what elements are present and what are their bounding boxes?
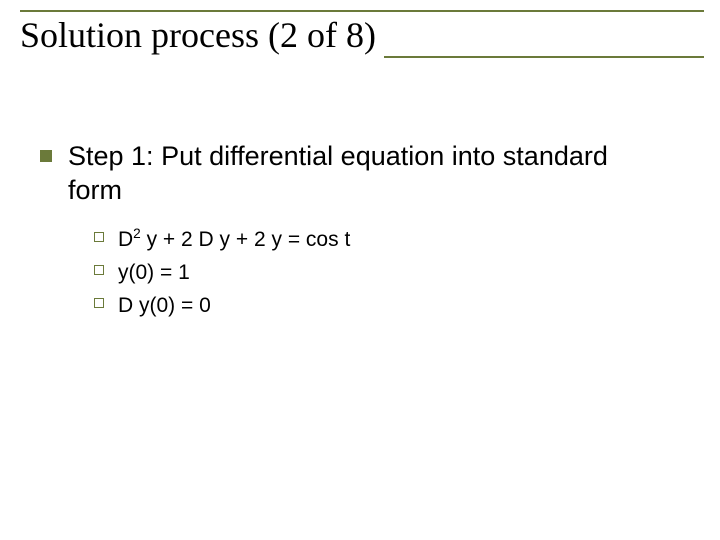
eq-pre: y(0) = 1: [118, 261, 190, 284]
title-rule-bottom: [384, 22, 704, 58]
slide: Solution process (2 of 8) Step 1: Put di…: [0, 0, 720, 540]
step-heading-row: Step 1: Put differential equation into s…: [40, 140, 680, 208]
body: Step 1: Put differential equation into s…: [40, 140, 680, 325]
list-item: D2 y + 2 D y + 2 y = cos t: [94, 226, 680, 253]
equation-text: D y(0) = 0: [118, 292, 211, 319]
equation-text: y(0) = 1: [118, 259, 190, 286]
eq-pre: D y(0) = 0: [118, 294, 211, 317]
step-heading: Step 1: Put differential equation into s…: [68, 140, 628, 208]
title-area: Solution process (2 of 8): [20, 10, 704, 58]
bullet-hollow-icon: [94, 265, 104, 275]
eq-pre: D: [118, 228, 133, 251]
title-rule-top: [20, 10, 704, 12]
title-row: Solution process (2 of 8): [20, 14, 704, 58]
eq-post: y + 2 D y + 2 y = cos t: [141, 228, 351, 251]
equation-list: D2 y + 2 D y + 2 y = cos t y(0) = 1 D y(…: [94, 226, 680, 320]
eq-sup: 2: [133, 226, 141, 241]
equation-text: D2 y + 2 D y + 2 y = cos t: [118, 226, 350, 253]
slide-title: Solution process (2 of 8): [20, 14, 384, 58]
list-item: y(0) = 1: [94, 259, 680, 286]
bullet-filled-icon: [40, 150, 52, 162]
list-item: D y(0) = 0: [94, 292, 680, 319]
bullet-hollow-icon: [94, 232, 104, 242]
bullet-hollow-icon: [94, 298, 104, 308]
